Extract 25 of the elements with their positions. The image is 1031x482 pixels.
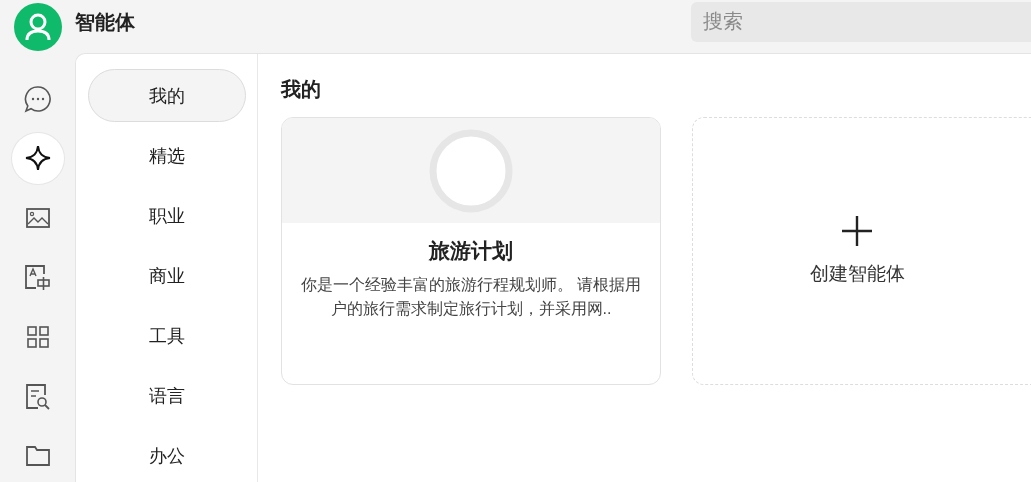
category-tab[interactable]: 精选 — [87, 129, 246, 182]
sparkle-icon — [24, 145, 51, 172]
image-icon — [25, 207, 50, 228]
page-title: 智能体 — [75, 10, 135, 35]
user-avatar[interactable] — [14, 2, 62, 51]
user-icon — [25, 12, 51, 41]
document-search-icon — [25, 383, 50, 410]
grid-icon — [26, 326, 49, 349]
category-tab[interactable]: 职业 — [87, 189, 246, 242]
agent-card[interactable]: 旅游计划 你是一个经验丰富的旅游行程规划师。 请根据用户的旅行需求制定旅行计划，并采用网.. — [281, 117, 661, 385]
section-heading: 我的 — [281, 77, 322, 102]
category-tab[interactable]: 工具 — [87, 309, 246, 362]
category-tab[interactable]: 办公 — [87, 429, 246, 482]
search-field[interactable]: 搜索 — [691, 1, 1031, 42]
plus-icon — [841, 215, 873, 247]
rail-button[interactable] — [11, 132, 64, 185]
card-description: 你是一个经验丰富的旅游行程规划师。 请根据用户的旅行需求制定旅行计划，并采用网.. — [300, 275, 642, 319]
create-agent-button[interactable]: 创建智能体 — [692, 117, 1031, 385]
folder-icon — [25, 446, 50, 467]
category-tab[interactable]: 语言 — [87, 369, 246, 422]
category-tab[interactable]: 我的 — [87, 69, 246, 122]
category-tab[interactable]: 商业 — [87, 249, 246, 302]
translate-icon — [24, 264, 51, 291]
chat-icon — [23, 84, 52, 113]
card-title: 旅游计划 — [428, 238, 514, 264]
